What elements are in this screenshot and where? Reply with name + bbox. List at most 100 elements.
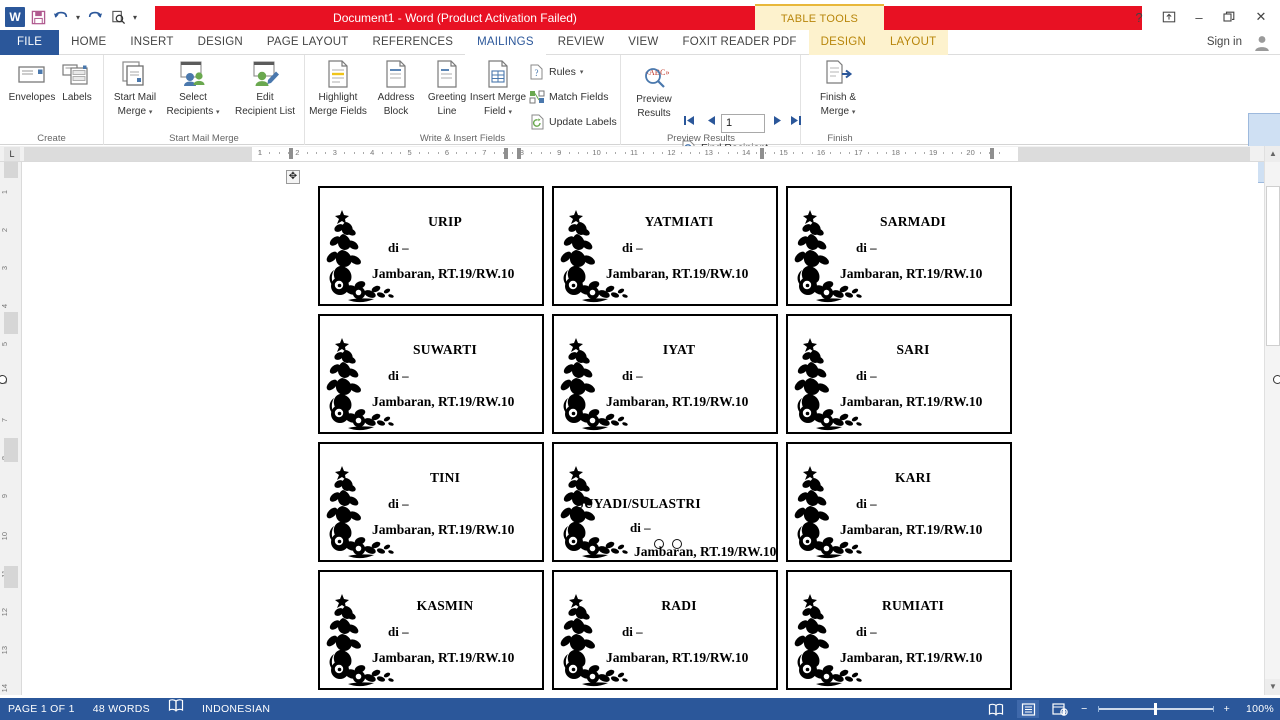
record-number-input[interactable]: 1 <box>721 114 765 133</box>
match-fields-button[interactable]: Match Fields <box>529 87 609 107</box>
group-label-write-insert-fields: Write & Insert Fields <box>419 133 506 144</box>
zoom-level[interactable]: 100% <box>1240 698 1274 720</box>
first-record-button[interactable] <box>682 115 696 129</box>
finish-and-merge-button[interactable]: Finish & Merge ▾ <box>809 58 867 130</box>
print-layout-icon[interactable] <box>1017 700 1040 718</box>
tab-page-layout[interactable]: PAGE LAYOUT <box>255 30 361 55</box>
tab-references[interactable]: REFERENCES <box>361 30 466 55</box>
vertical-ruler[interactable]: 1234567891011121314 <box>0 162 22 695</box>
indent-marker[interactable] <box>289 148 293 159</box>
mail-merge-label-table[interactable]: URIP di – Jambaran, RT.19/RW.10 YATMIATI… <box>315 183 1018 695</box>
tab-table-tools-layout[interactable]: LAYOUT <box>877 30 949 55</box>
select-recipients-line1: Select <box>179 92 207 103</box>
ruler-minor-tick <box>437 152 439 154</box>
ribbon-display-options-icon[interactable] <box>1154 4 1184 30</box>
preview-results-button[interactable]: «ABC» Preview Results <box>627 60 681 132</box>
ruler-minor-tick <box>905 152 907 154</box>
scrollbar-thumb[interactable] <box>1266 186 1280 346</box>
tab-stop-selector[interactable]: L <box>4 147 20 161</box>
language-indicator[interactable]: INDONESIAN <box>202 698 270 720</box>
ruler-tick: 19 <box>929 148 938 157</box>
svg-text:?: ? <box>535 68 539 78</box>
mail-merge-label[interactable]: SARI di – Jambaran, RT.19/RW.10 <box>786 314 1012 434</box>
document-page[interactable]: ✥ URIP di – Jambaran, RT.19/RW.10 YATMIA… <box>277 162 1022 695</box>
minimize-button[interactable]: – <box>1184 4 1214 30</box>
mail-merge-label[interactable]: URIP di – Jambaran, RT.19/RW.10 <box>318 186 544 306</box>
vertical-scrollbar[interactable]: ▲ ▼ <box>1264 146 1280 695</box>
mail-merge-label[interactable]: KARI di – Jambaran, RT.19/RW.10 <box>786 442 1012 562</box>
indent-marker[interactable] <box>990 148 994 159</box>
update-labels-button[interactable]: Update Labels <box>529 112 617 132</box>
scroll-down-button[interactable]: ▼ <box>1265 679 1280 695</box>
recipient-di-label: di – <box>388 368 409 383</box>
envelope-icon <box>16 58 48 90</box>
tab-view[interactable]: VIEW <box>616 30 670 55</box>
select-recipients-button[interactable]: Select Recipients ▾ <box>164 58 222 130</box>
undo-dropdown-icon[interactable]: ▾ <box>73 6 83 28</box>
word-count[interactable]: 48 WORDS <box>93 698 150 720</box>
vruler-margin-band <box>4 312 18 334</box>
help-icon[interactable]: ? <box>1124 4 1154 30</box>
ruler-tick: 15 <box>779 148 788 157</box>
vruler-tick: 7 <box>0 418 9 423</box>
tab-mailings[interactable]: MAILINGS <box>465 30 546 55</box>
page-indicator[interactable]: PAGE 1 OF 1 <box>8 698 75 720</box>
previous-record-button[interactable] <box>704 115 718 129</box>
tab-design[interactable]: DESIGN <box>186 30 255 55</box>
mail-merge-label[interactable]: SARMADI di – Jambaran, RT.19/RW.10 <box>786 186 1012 306</box>
horizontal-ruler[interactable]: L 1 1 2 3 4 5 6 7 8 9 10 11 12 13 14 15 16 17 18 19 20 <box>0 146 1280 162</box>
ruler-minor-tick <box>764 152 766 154</box>
customize-qat-icon[interactable]: ▾ <box>130 6 140 28</box>
close-button[interactable]: ✕ <box>1244 4 1278 30</box>
rules-button[interactable]: ? Rules ▾ <box>529 62 583 82</box>
tab-table-tools-design[interactable]: DESIGN <box>808 30 878 55</box>
indent-marker[interactable] <box>760 148 764 159</box>
redo-icon[interactable] <box>84 6 106 28</box>
label-table-row: URIP di – Jambaran, RT.19/RW.10 YATMIATI… <box>315 183 1018 311</box>
print-preview-icon[interactable] <box>107 6 129 28</box>
mail-merge-label[interactable]: TINI di – Jambaran, RT.19/RW.10 <box>318 442 544 562</box>
save-icon[interactable] <box>27 6 49 28</box>
mail-merge-label[interactable]: SUWARTI di – Jambaran, RT.19/RW.10 <box>318 314 544 434</box>
mail-merge-label[interactable]: RADI di – Jambaran, RT.19/RW.10 <box>552 570 778 690</box>
recipient-di-label: di – <box>856 496 877 511</box>
ruler-minor-tick <box>353 152 355 154</box>
zoom-slider[interactable] <box>1097 700 1214 718</box>
account-avatar-icon[interactable] <box>1252 33 1272 53</box>
start-mail-merge-button[interactable]: Start Mail Merge ▾ <box>106 58 164 130</box>
tab-review[interactable]: REVIEW <box>546 30 617 55</box>
zoom-slider-thumb[interactable] <box>1153 703 1157 715</box>
indent-marker[interactable] <box>504 148 508 159</box>
edit-recipient-list-line1: Edit <box>256 92 274 103</box>
ruler-minor-tick <box>690 152 692 154</box>
select-recipients-line2: Recipients ▾ <box>166 105 220 117</box>
mail-merge-label[interactable]: RUMIATI di – Jambaran, RT.19/RW.10 <box>786 570 1012 690</box>
chevron-down-icon: ▾ <box>579 69 584 76</box>
zoom-in-button[interactable]: + <box>1224 698 1230 720</box>
tab-home[interactable]: HOME <box>59 30 118 55</box>
table-move-handle[interactable]: ✥ <box>286 170 300 184</box>
mail-merge-label[interactable]: YATMIATI di – Jambaran, RT.19/RW.10 <box>552 186 778 306</box>
tab-foxit-reader-pdf[interactable]: FOXIT READER PDF <box>670 30 808 55</box>
mail-merge-label[interactable]: IYAT di – Jambaran, RT.19/RW.10 <box>552 314 778 434</box>
select-recipients-icon <box>177 58 209 90</box>
recipient-address: Jambaran, RT.19/RW.10 <box>372 394 515 409</box>
insert-merge-field-button[interactable]: Insert Merge Field ▾ <box>465 58 531 130</box>
scroll-up-button[interactable]: ▲ <box>1265 146 1280 162</box>
mail-merge-label[interactable]: KASMIN di – Jambaran, RT.19/RW.10 <box>318 570 544 690</box>
document-canvas[interactable]: ✥ URIP di – Jambaran, RT.19/RW.10 YATMIA… <box>22 162 1258 695</box>
highlight-merge-fields-button[interactable]: Highlight Merge Fields <box>305 58 371 130</box>
proofing-errors-icon[interactable] <box>168 698 184 720</box>
restore-button[interactable] <box>1214 4 1244 30</box>
tab-insert[interactable]: INSERT <box>118 30 185 55</box>
tab-file[interactable]: FILE <box>0 30 60 55</box>
web-layout-icon[interactable] <box>1049 700 1071 718</box>
next-record-button[interactable] <box>771 115 785 129</box>
undo-icon[interactable] <box>50 6 72 28</box>
indent-marker[interactable] <box>517 148 521 159</box>
zoom-out-button[interactable]: − <box>1081 698 1087 720</box>
edit-recipient-list-button[interactable]: Edit Recipient List <box>230 58 300 130</box>
read-mode-icon[interactable] <box>985 700 1007 718</box>
sign-in-link[interactable]: Sign in <box>1207 30 1242 55</box>
labels-button[interactable]: Labels <box>48 58 106 130</box>
